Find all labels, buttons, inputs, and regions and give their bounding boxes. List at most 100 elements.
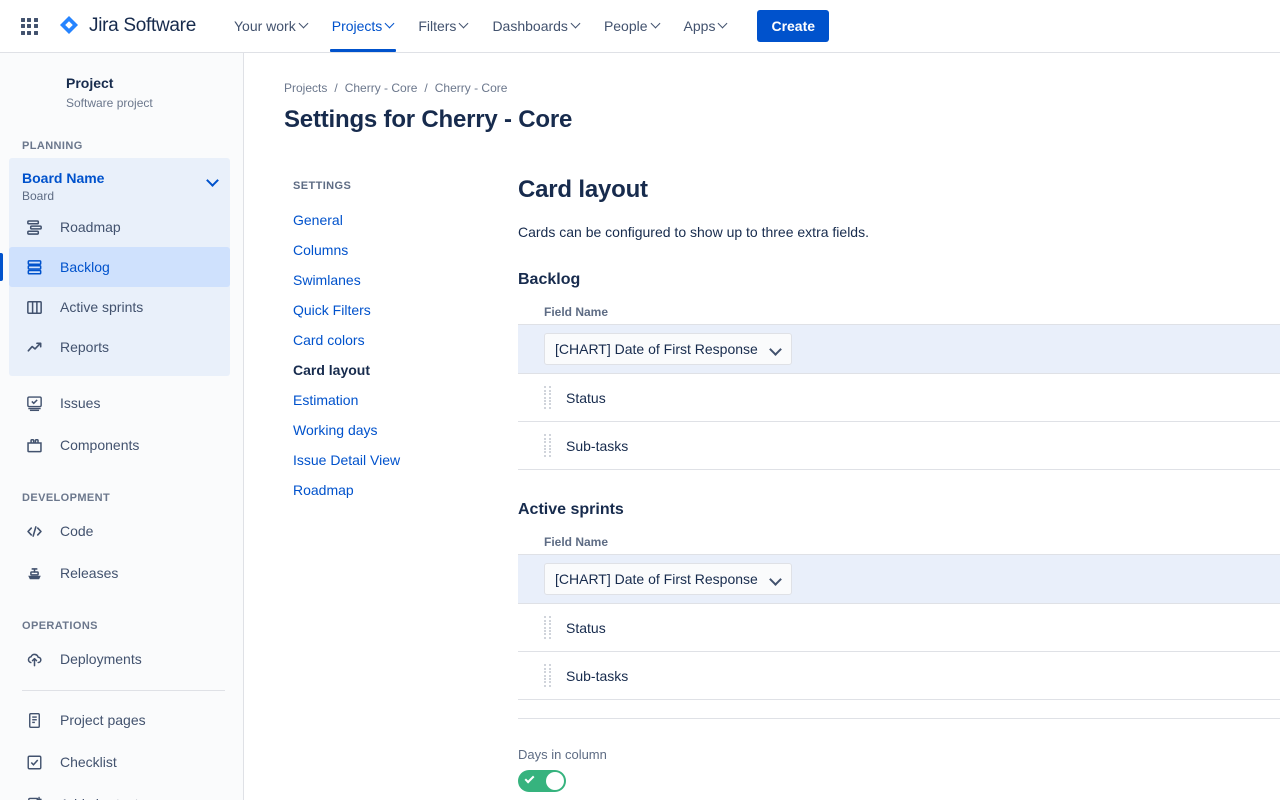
drag-handle-icon[interactable]: [544, 617, 554, 639]
table-row[interactable]: Sub-tasks: [518, 652, 1280, 700]
jira-diamond-logo: [57, 14, 81, 38]
toggle-knob: [546, 772, 564, 790]
table-row[interactable]: Sub-tasks: [518, 422, 1280, 470]
breadcrumb: Projects / Cherry - Core / Cherry - Core: [244, 53, 1280, 95]
sidebar-item-code[interactable]: Code: [0, 510, 243, 552]
issues-icon: [22, 391, 46, 415]
card-layout-panel: Card layout Cards can be configured to s…: [518, 176, 1280, 800]
page-document-icon: [22, 708, 46, 732]
sidebar-item-checklist[interactable]: Checklist: [0, 741, 243, 783]
table-row[interactable]: Status: [518, 604, 1280, 652]
sidebar-item-backlog-label: Backlog: [60, 257, 110, 277]
top-nav-items: Your work Projects Filters Dashboards Pe…: [222, 0, 739, 52]
add-shortcut-icon: [22, 792, 46, 800]
board-selector[interactable]: Board Name Board: [9, 166, 230, 207]
sidebar-item-deployments-label: Deployments: [60, 651, 142, 667]
project-sidebar: Project Software project PLANNING Board …: [0, 53, 244, 800]
components-icon: [22, 433, 46, 457]
brand-name-label: Jira Software: [89, 15, 196, 37]
table-row-label: Status: [566, 390, 606, 406]
sidebar-item-reports[interactable]: Reports: [9, 327, 230, 367]
breadcrumb-item-board[interactable]: Cherry - Core: [435, 81, 508, 95]
sidebar-section-operations: OPERATIONS: [0, 620, 243, 632]
reports-chart-icon: [22, 335, 46, 359]
days-in-column-block: Days in column Show a visual indicator o…: [518, 747, 1280, 800]
sidebar-item-active-sprints[interactable]: Active sprints: [9, 287, 230, 327]
drag-handle-icon[interactable]: [544, 387, 554, 409]
breadcrumb-separator: /: [334, 81, 337, 95]
settings-nav-working-days[interactable]: Working days: [284, 415, 518, 445]
project-header[interactable]: Project Software project: [0, 67, 243, 112]
chevron-down-icon: [460, 20, 468, 28]
sidebar-item-roadmap-label: Roadmap: [60, 217, 121, 237]
breadcrumb-item-project[interactable]: Cherry - Core: [345, 81, 418, 95]
nav-apps[interactable]: Apps: [674, 0, 738, 52]
chevron-down-icon: [300, 20, 308, 28]
section-title-backlog: Backlog: [518, 271, 1280, 289]
table-row[interactable]: Status: [518, 374, 1280, 422]
nav-filters[interactable]: Filters: [408, 0, 478, 52]
nav-your-work[interactable]: Your work: [224, 0, 318, 52]
grid-9-dots-icon: [21, 18, 38, 35]
nav-projects[interactable]: Projects: [322, 0, 405, 52]
settings-nav-swimlanes[interactable]: Swimlanes: [284, 265, 518, 295]
chevron-down-icon: [386, 20, 394, 28]
sidebar-item-project-pages[interactable]: Project pages: [0, 699, 243, 741]
sidebar-item-releases[interactable]: Releases: [0, 552, 243, 594]
field-name-label-active-sprints: Field Name: [518, 535, 1280, 549]
settings-nav-issue-detail-view[interactable]: Issue Detail View: [284, 445, 518, 475]
days-in-column-toggle[interactable]: [518, 770, 566, 792]
jira-software-home-link[interactable]: Jira Software: [57, 14, 196, 38]
chevron-down-icon: [206, 174, 220, 188]
checkbox-checked-icon: [22, 750, 46, 774]
sidebar-item-issues[interactable]: Issues: [0, 382, 243, 424]
section-title-active-sprints: Active sprints: [518, 501, 1280, 519]
settings-nav-columns[interactable]: Columns: [284, 235, 518, 265]
nav-people-label: People: [604, 18, 648, 34]
days-in-column-label: Days in column: [518, 747, 1280, 762]
roadmap-icon: [22, 215, 46, 239]
nav-apps-label: Apps: [684, 18, 716, 34]
board-type-label: Board: [22, 188, 206, 205]
project-type-label: Software project: [66, 94, 243, 112]
board-group: Board Name Board Roadmap: [9, 158, 230, 376]
drag-handle-icon[interactable]: [544, 435, 554, 457]
settings-nav-estimation[interactable]: Estimation: [284, 385, 518, 415]
project-name-label: Project: [66, 73, 243, 93]
sidebar-item-components[interactable]: Components: [0, 424, 243, 466]
settings-nav-roadmap[interactable]: Roadmap: [284, 475, 518, 505]
settings-nav-card-layout[interactable]: Card layout: [284, 355, 518, 385]
sidebar-divider: [22, 690, 225, 691]
nav-dashboards[interactable]: Dashboards: [482, 0, 590, 52]
breadcrumb-separator: /: [424, 81, 427, 95]
sidebar-item-issues-label: Issues: [60, 395, 100, 411]
main-content: Projects / Cherry - Core / Cherry - Core…: [244, 53, 1280, 800]
sidebar-item-add-shortcut[interactable]: Add shortcut: [0, 783, 243, 800]
settings-nav: SETTINGS General Columns Swimlanes Quick…: [284, 176, 518, 800]
chevron-down-icon: [719, 20, 727, 28]
releases-ship-icon: [22, 561, 46, 585]
settings-nav-quick-filters[interactable]: Quick Filters: [284, 295, 518, 325]
panel-description: Cards can be configured to show up to th…: [518, 224, 1280, 240]
board-columns-icon: [22, 295, 46, 319]
settings-nav-general[interactable]: General: [284, 205, 518, 235]
nav-dashboards-label: Dashboards: [492, 18, 568, 34]
sidebar-section-planning: PLANNING: [0, 140, 243, 152]
field-select-backlog[interactable]: [CHART] Date of First Response: [544, 333, 792, 365]
drag-handle-icon[interactable]: [544, 665, 554, 687]
settings-nav-card-colors[interactable]: Card colors: [284, 325, 518, 355]
sidebar-item-deployments[interactable]: Deployments: [0, 638, 243, 680]
section-divider: [518, 718, 1280, 719]
field-select-active-sprints[interactable]: [CHART] Date of First Response: [544, 563, 792, 595]
breadcrumb-item-projects[interactable]: Projects: [284, 81, 327, 95]
sidebar-item-backlog[interactable]: Backlog: [9, 247, 230, 287]
create-button[interactable]: Create: [757, 10, 829, 42]
field-select-row-backlog: [CHART] Date of First Response: [518, 324, 1280, 374]
field-name-label-backlog: Field Name: [518, 305, 1280, 319]
table-row-label: Status: [566, 620, 606, 636]
sidebar-item-roadmap[interactable]: Roadmap: [9, 207, 230, 247]
panel-title: Card layout: [518, 176, 1280, 204]
table-row-label: Sub-tasks: [566, 668, 628, 684]
nav-people[interactable]: People: [594, 0, 670, 52]
app-switcher-button[interactable]: [13, 10, 45, 42]
